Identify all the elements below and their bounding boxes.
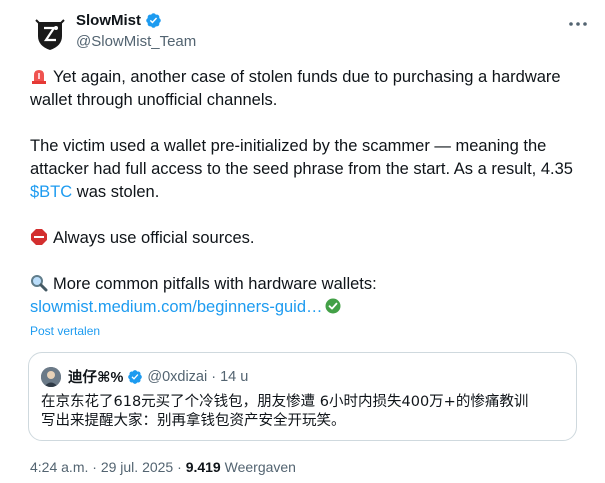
quoted-author-handle[interactable]: @0xdizai [147,369,207,385]
paragraph-2-text-b: was stolen. [72,183,160,201]
verified-badge-icon [128,369,143,384]
quoted-author-name[interactable]: 迪仔⌘% [68,366,123,387]
check-mark-emoji-icon [325,298,341,314]
paragraph-4: More common pitfalls with hardware walle… [30,273,590,319]
siren-emoji-icon [32,70,46,84]
quoted-text-line-2: 写出来提醒大家：别再拿钱包资产安全开玩笑。 [41,413,346,429]
paragraph-4-text: More common pitfalls with hardware walle… [53,275,377,293]
paragraph-3: Always use official sources. [30,227,590,250]
slowmist-logo [35,19,65,50]
views-label: Weergaven [224,459,296,475]
quoted-tweet-header: 迪仔⌘% @0xdizai · 14 u [41,366,248,387]
more-icon[interactable] [566,14,590,34]
magnifier-emoji-icon [31,275,48,292]
translate-post-link[interactable]: Post vertalen [30,324,100,338]
paragraph-1-text: Yet again, another case of stolen funds … [30,68,561,109]
post-date[interactable]: 29 jul. 2025 [101,459,173,475]
separator-dot: · [177,459,182,475]
author-name-row: SlowMist [76,12,162,29]
tweet-header: SlowMist @SlowMist_Team [30,10,590,54]
paragraph-1: Yet again, another case of stolen funds … [30,66,590,112]
cashtag-link[interactable]: $BTC [30,183,72,201]
tweet-meta: 4:24 a.m. · 29 jul. 2025 · 9.419 Weergav… [30,459,296,475]
paragraph-2-text-a: The victim used a wallet pre-initialized… [30,137,573,178]
author-handle[interactable]: @SlowMist_Team [76,33,196,50]
separator-dot: · [92,459,97,475]
quoted-tweet[interactable]: 迪仔⌘% @0xdizai · 14 u 在京东花了618元买了个冷钱包，朋友惨… [28,352,577,441]
author-avatar[interactable] [30,14,70,54]
quoted-author-avatar[interactable] [41,366,61,387]
stop-sign-emoji-icon [31,229,47,245]
quoted-tweet-text: 在京东花了618元买了个冷钱包，朋友惨遭 6小时内损失400万+的惨痛教训 写出… [41,393,566,431]
quoted-text-line-1: 在京东花了618元买了个冷钱包，朋友惨遭 6小时内损失400万+的惨痛教训 [41,394,529,410]
separator-dot: · [211,368,217,385]
tweet-text: Yet again, another case of stolen funds … [30,66,590,319]
article-link[interactable]: slowmist.medium.com/beginners-guid… [30,298,323,316]
post-time[interactable]: 4:24 a.m. [30,459,88,475]
paragraph-3-text: Always use official sources. [53,229,255,247]
author-name[interactable]: SlowMist [76,12,141,29]
paragraph-2: The victim used a wallet pre-initialized… [30,135,590,204]
quoted-time[interactable]: 14 u [220,369,248,385]
verified-badge-icon [146,13,161,28]
view-count: 9.419 [185,459,221,475]
